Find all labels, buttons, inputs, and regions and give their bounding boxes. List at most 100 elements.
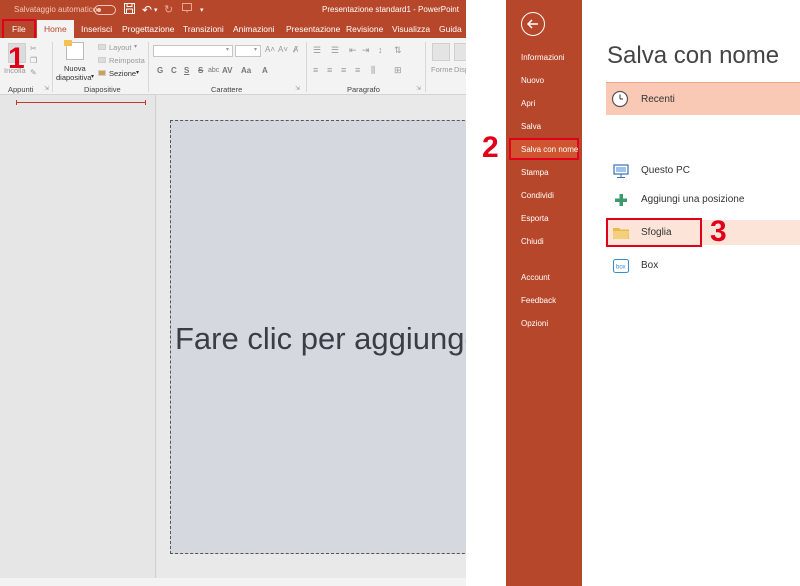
align-center-icon[interactable]: ≡: [327, 65, 332, 75]
section-label[interactable]: Sezione: [109, 69, 136, 78]
columns-icon[interactable]: ⫼: [371, 65, 375, 76]
grow-font-icon[interactable]: A˄: [265, 45, 275, 54]
nav-item-info[interactable]: Informazioni: [521, 53, 565, 62]
nav-item-new[interactable]: Nuovo: [521, 76, 544, 85]
tab-review[interactable]: Revisione: [346, 20, 383, 38]
step-number-2: 2: [482, 131, 499, 164]
cut-icon[interactable]: ✂: [30, 44, 37, 53]
shrink-font-icon[interactable]: A˅: [278, 45, 288, 54]
tab-slideshow[interactable]: Presentazione: [286, 20, 340, 38]
font-name-combobox[interactable]: [153, 45, 233, 57]
tab-help[interactable]: Guida: [439, 20, 462, 38]
tab-home[interactable]: Home: [37, 20, 74, 38]
nav-item-print[interactable]: Stampa: [521, 168, 549, 177]
location-recent[interactable]: Recenti: [606, 82, 800, 115]
computer-icon: [613, 164, 629, 178]
slide-thumbnail-pane[interactable]: [0, 95, 156, 586]
nav-item-save[interactable]: Salva: [521, 122, 541, 131]
font-name-dropdown-icon[interactable]: ▾: [226, 46, 229, 53]
justify-icon[interactable]: ≡: [355, 65, 360, 75]
format-painter-icon[interactable]: ✎: [30, 68, 37, 77]
align-right-icon[interactable]: ≡: [341, 65, 346, 75]
bold-button[interactable]: G: [157, 66, 163, 75]
location-this-pc-label: Questo PC: [641, 165, 690, 176]
nav-item-open[interactable]: Apri: [521, 99, 535, 108]
strikethrough-button[interactable]: S: [198, 66, 203, 75]
char-spacing-button[interactable]: AV: [222, 66, 233, 75]
new-slide-label-line2[interactable]: diapositiva: [56, 73, 91, 82]
nav-item-export[interactable]: Esporta: [521, 214, 549, 223]
copy-icon[interactable]: ❐: [30, 56, 37, 65]
save-icon[interactable]: [124, 3, 135, 17]
tab-view[interactable]: Visualizza: [392, 20, 430, 38]
insertion-marker: [16, 100, 146, 105]
back-arrow-icon[interactable]: [521, 12, 545, 36]
arrange-icon[interactable]: [454, 43, 466, 61]
text-direction-icon[interactable]: ⇅: [394, 45, 402, 56]
customize-qat-icon[interactable]: ▾: [200, 6, 204, 14]
section-dropdown-icon[interactable]: ▾: [136, 69, 139, 76]
title-placeholder[interactable]: Fare clic per aggiungere: [175, 321, 466, 357]
title-bar: Salvataggio automatico ↶ ▾ ↻ ▾ Presentaz…: [0, 0, 466, 20]
bullets-icon[interactable]: ☰: [313, 45, 321, 56]
change-case-button[interactable]: Aa: [241, 66, 251, 75]
clear-format-icon[interactable]: Ⱥ: [293, 45, 298, 54]
nav-item-share[interactable]: Condividi: [521, 191, 554, 200]
group-label-clipboard: Appunti: [8, 85, 34, 94]
location-add-place-label: Aggiungi una posizione: [641, 194, 745, 205]
new-slide-icon[interactable]: [64, 40, 84, 60]
plus-icon: [615, 194, 627, 206]
nav-item-close[interactable]: Chiudi: [521, 237, 544, 246]
autosave-toggle[interactable]: [94, 5, 116, 15]
group-label-paragraph: Paragrafo: [347, 85, 380, 94]
backstage-view: Informazioni Nuovo Apri Salva Salva con …: [466, 0, 800, 586]
tab-design[interactable]: Progettazione: [122, 20, 174, 38]
new-slide-dropdown-icon[interactable]: ▾: [91, 73, 94, 80]
location-this-pc[interactable]: Questo PC: [606, 157, 800, 185]
shapes-icon[interactable]: [432, 43, 450, 61]
tab-animations[interactable]: Animazioni: [233, 20, 275, 38]
ribbon-tabs: File Home Inserisci Progettazione Transi…: [0, 20, 466, 38]
font-size-combobox[interactable]: [235, 45, 261, 57]
location-add-place[interactable]: Aggiungi una posizione: [606, 186, 800, 214]
underline-button[interactable]: S: [184, 66, 189, 75]
shadow-icon[interactable]: abc: [208, 67, 219, 74]
save-as-panel: Salva con nome Recenti Questo PC Aggiung…: [582, 0, 800, 586]
smartart-icon[interactable]: ⊞: [394, 65, 402, 76]
italic-button[interactable]: C: [171, 66, 177, 75]
nav-item-save-as[interactable]: Salva con nome: [521, 145, 578, 154]
reset-label[interactable]: Reimposta: [109, 56, 145, 65]
nav-item-feedback[interactable]: Feedback: [521, 296, 556, 305]
numbering-icon[interactable]: ☰: [331, 45, 339, 56]
location-box-label: Box: [641, 260, 659, 271]
new-slide-label-line1[interactable]: Nuova: [64, 64, 86, 73]
layout-label[interactable]: Layout: [109, 43, 132, 52]
font-size-dropdown-icon[interactable]: ▾: [254, 46, 257, 53]
ribbon-separator: [425, 42, 426, 92]
undo-icon[interactable]: ↶: [142, 3, 152, 17]
layout-dropdown-icon[interactable]: ▾: [134, 43, 137, 50]
decrease-indent-icon[interactable]: ⇤: [349, 45, 357, 56]
clipboard-launcher-icon[interactable]: ⇲: [44, 85, 49, 92]
box-cloud-icon: box: [612, 258, 630, 274]
present-icon[interactable]: [182, 3, 192, 16]
document-title: Presentazione standard1 - PowerPoint: [322, 5, 459, 14]
clock-icon: [611, 90, 629, 108]
undo-dropdown-icon[interactable]: ▾: [154, 6, 158, 14]
nav-item-account[interactable]: Account: [521, 273, 550, 282]
shapes-label[interactable]: Forme: [431, 65, 453, 74]
redo-icon[interactable]: ↻: [164, 3, 173, 16]
tab-transitions[interactable]: Transizioni: [183, 20, 224, 38]
increase-indent-icon[interactable]: ⇥: [362, 45, 370, 56]
group-label-slides: Diapositive: [84, 85, 121, 94]
paragraph-launcher-icon[interactable]: ⇲: [416, 85, 421, 92]
font-launcher-icon[interactable]: ⇲: [295, 85, 300, 92]
nav-item-options[interactable]: Opzioni: [521, 319, 548, 328]
tab-insert[interactable]: Inserisci: [81, 20, 112, 38]
location-box[interactable]: box Box: [606, 252, 800, 280]
arrange-label[interactable]: Disp: [454, 65, 466, 74]
align-left-icon[interactable]: ≡: [313, 65, 318, 75]
slide-canvas[interactable]: Fare clic per aggiungere: [170, 120, 466, 554]
font-color-button[interactable]: A: [262, 66, 268, 75]
line-spacing-icon[interactable]: ↕: [378, 45, 383, 55]
